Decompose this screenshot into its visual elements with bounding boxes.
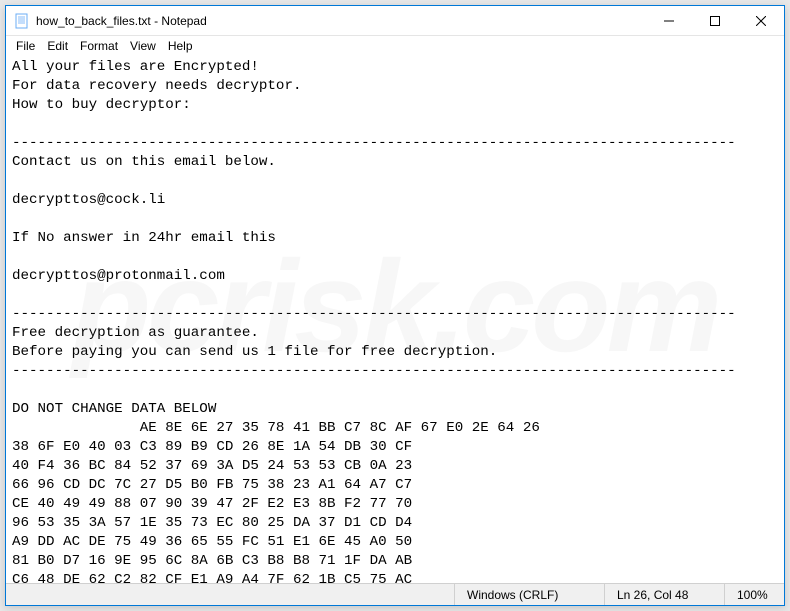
notepad-window: how_to_back_files.txt - Notepad File Edi… (5, 5, 785, 606)
menu-edit[interactable]: Edit (41, 37, 74, 55)
notepad-icon (14, 13, 30, 29)
menu-format[interactable]: Format (74, 37, 124, 55)
menubar: File Edit Format View Help (6, 36, 784, 56)
menu-help[interactable]: Help (162, 37, 199, 55)
minimize-button[interactable] (646, 6, 692, 36)
menu-file[interactable]: File (10, 37, 41, 55)
status-zoom: 100% (724, 584, 784, 605)
maximize-button[interactable] (692, 6, 738, 36)
status-encoding: Windows (CRLF) (454, 584, 604, 605)
window-controls (646, 6, 784, 36)
statusbar: Windows (CRLF) Ln 26, Col 48 100% (6, 583, 784, 605)
window-title: how_to_back_files.txt - Notepad (36, 14, 646, 28)
text-area[interactable]: All your files are Encrypted! For data r… (6, 56, 784, 583)
status-position: Ln 26, Col 48 (604, 584, 724, 605)
menu-view[interactable]: View (124, 37, 162, 55)
close-button[interactable] (738, 6, 784, 36)
titlebar: how_to_back_files.txt - Notepad (6, 6, 784, 36)
